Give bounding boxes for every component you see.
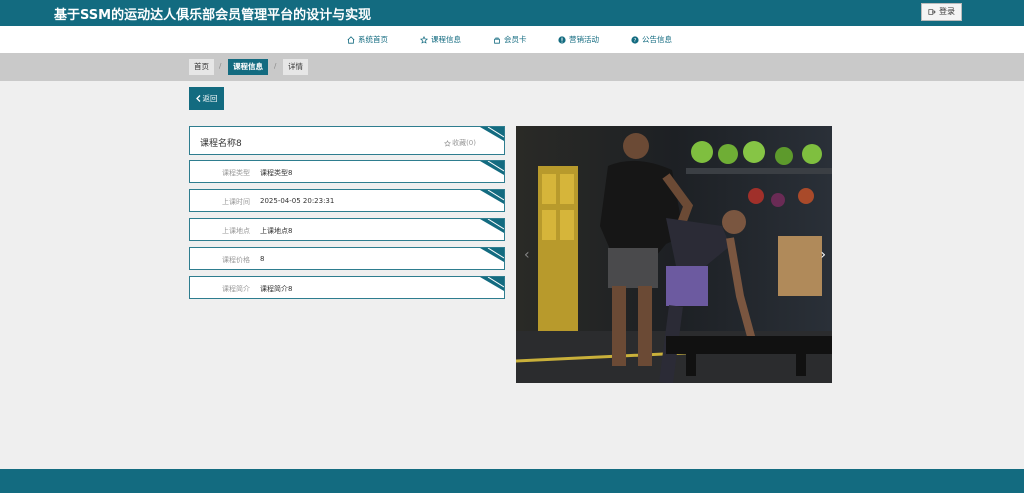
course-field-row: 课程价格 8	[189, 247, 505, 270]
nav-item-label: 课程信息	[431, 35, 461, 44]
nav-item-label: 系统首页	[358, 35, 388, 44]
main-nav: 系统首页 课程信息 会员卡 营销活动 ? 公告信息	[0, 26, 1024, 53]
bag-icon	[494, 37, 500, 44]
breadcrumb-home[interactable]: 首页	[189, 59, 214, 75]
breadcrumb-courses[interactable]: 课程信息	[228, 59, 268, 75]
breadcrumb-detail: 详情	[283, 59, 308, 75]
nav-item-home[interactable]: 系统首页	[347, 34, 388, 45]
field-label: 课程价格	[222, 256, 250, 264]
breadcrumb: 首页 / 课程信息 / 详情	[0, 53, 1024, 81]
corner-ribbon	[480, 219, 504, 233]
field-value: 课程简介8	[260, 285, 293, 293]
field-label: 课程简介	[222, 285, 250, 293]
field-value: 2025-04-05 20:23:31	[260, 197, 335, 205]
carousel-next-button[interactable]: ›	[820, 247, 826, 263]
login-label: 登录	[939, 7, 955, 16]
field-label: 上课时间	[222, 198, 250, 206]
nav-item-membership[interactable]: 会员卡	[493, 34, 527, 45]
course-image-carousel: ‹ ›	[516, 126, 832, 383]
course-title-row: 课程名称8 收藏(0)	[189, 126, 505, 155]
course-field-row: 上课地点 上课地点8	[189, 218, 505, 241]
corner-ribbon	[480, 248, 504, 262]
site-title: 基于SSM的运动达人俱乐部会员管理平台的设计与实现	[54, 8, 372, 23]
back-label: 返回	[202, 94, 218, 103]
footer-bar	[0, 469, 1024, 493]
breadcrumb-separator: /	[274, 62, 277, 70]
course-name: 课程名称8	[200, 139, 242, 149]
header-bar: 基于SSM的运动达人俱乐部会员管理平台的设计与实现 登录	[0, 0, 1024, 26]
course-field-row: 课程简介 课程简介8	[189, 276, 505, 299]
back-button[interactable]: 返回	[189, 87, 224, 110]
star-outline-icon	[444, 139, 452, 147]
field-value: 课程类型8	[260, 169, 293, 177]
corner-ribbon	[480, 127, 504, 141]
carousel-prev-button[interactable]: ‹	[524, 247, 530, 263]
favorite-button[interactable]: 收藏(0)	[444, 138, 476, 148]
field-value: 上课地点8	[260, 227, 293, 235]
course-field-row: 上课时间 2025-04-05 20:23:31	[189, 189, 505, 212]
nav-item-label: 营销活动	[569, 35, 599, 44]
nav-item-notices[interactable]: ? 公告信息	[631, 34, 672, 45]
help-icon: ?	[631, 35, 639, 44]
svg-text:?: ?	[634, 38, 637, 44]
course-field-row: 课程类型 课程类型8	[189, 160, 505, 183]
breadcrumb-separator: /	[219, 62, 222, 70]
corner-ribbon	[480, 277, 504, 291]
course-photo	[516, 126, 832, 383]
login-icon	[928, 9, 936, 15]
info-icon	[558, 35, 566, 44]
nav-item-marketing[interactable]: 营销活动	[558, 34, 599, 45]
field-value: 8	[260, 255, 265, 263]
star-icon	[420, 35, 428, 44]
nav-item-label: 会员卡	[504, 35, 527, 44]
corner-ribbon	[480, 190, 504, 204]
nav-item-courses[interactable]: 课程信息	[420, 34, 461, 45]
field-label: 上课地点	[222, 227, 250, 235]
login-button[interactable]: 登录	[921, 3, 962, 21]
home-icon	[347, 35, 355, 44]
favorite-label: 收藏(0)	[452, 139, 476, 147]
corner-ribbon	[480, 161, 504, 175]
field-label: 课程类型	[222, 169, 250, 177]
chevron-left-icon	[195, 95, 200, 102]
nav-item-label: 公告信息	[642, 35, 672, 44]
